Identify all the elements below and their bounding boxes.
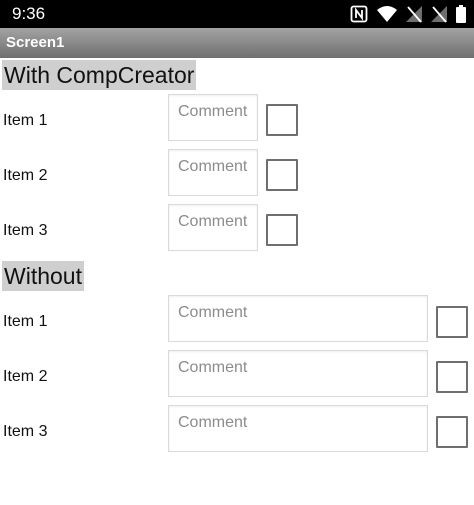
battery-icon: [456, 5, 466, 23]
item-label-3: Item 3: [3, 423, 48, 440]
section-title-with-compcreator: With CompCreator: [2, 60, 197, 90]
signal-off-icon: [406, 5, 422, 23]
item-checkbox-2[interactable]: [266, 159, 298, 191]
comment-input-2[interactable]: [168, 350, 428, 397]
item-checkbox-3[interactable]: [266, 214, 298, 246]
nfc-icon: [350, 5, 368, 23]
item-label-2: Item 2: [3, 167, 48, 184]
wifi-icon: [377, 5, 397, 23]
comment-input-2[interactable]: [168, 149, 258, 196]
item-label-2: Item 2: [3, 368, 48, 385]
item-checkbox-1[interactable]: [266, 104, 298, 136]
comment-input-1[interactable]: [168, 94, 258, 141]
comment-input-3[interactable]: [168, 204, 258, 251]
comment-input-3[interactable]: [168, 405, 428, 452]
status-time: 9:36: [12, 4, 46, 23]
item-checkbox-3[interactable]: [436, 416, 468, 448]
item-checkbox-2[interactable]: [436, 361, 468, 393]
title-bar: Screen1: [0, 28, 474, 58]
status-bar: 9:36: [0, 0, 474, 28]
section-title-without: Without: [2, 261, 84, 291]
item-label-3: Item 3: [3, 222, 48, 239]
comment-input-1[interactable]: [168, 295, 428, 342]
status-icons: [350, 5, 466, 23]
item-label-1: Item 1: [3, 112, 48, 129]
item-label-1: Item 1: [3, 313, 48, 330]
signal-off-icon: [431, 5, 447, 23]
screen-title: Screen1: [6, 34, 65, 51]
item-checkbox-1[interactable]: [436, 306, 468, 338]
